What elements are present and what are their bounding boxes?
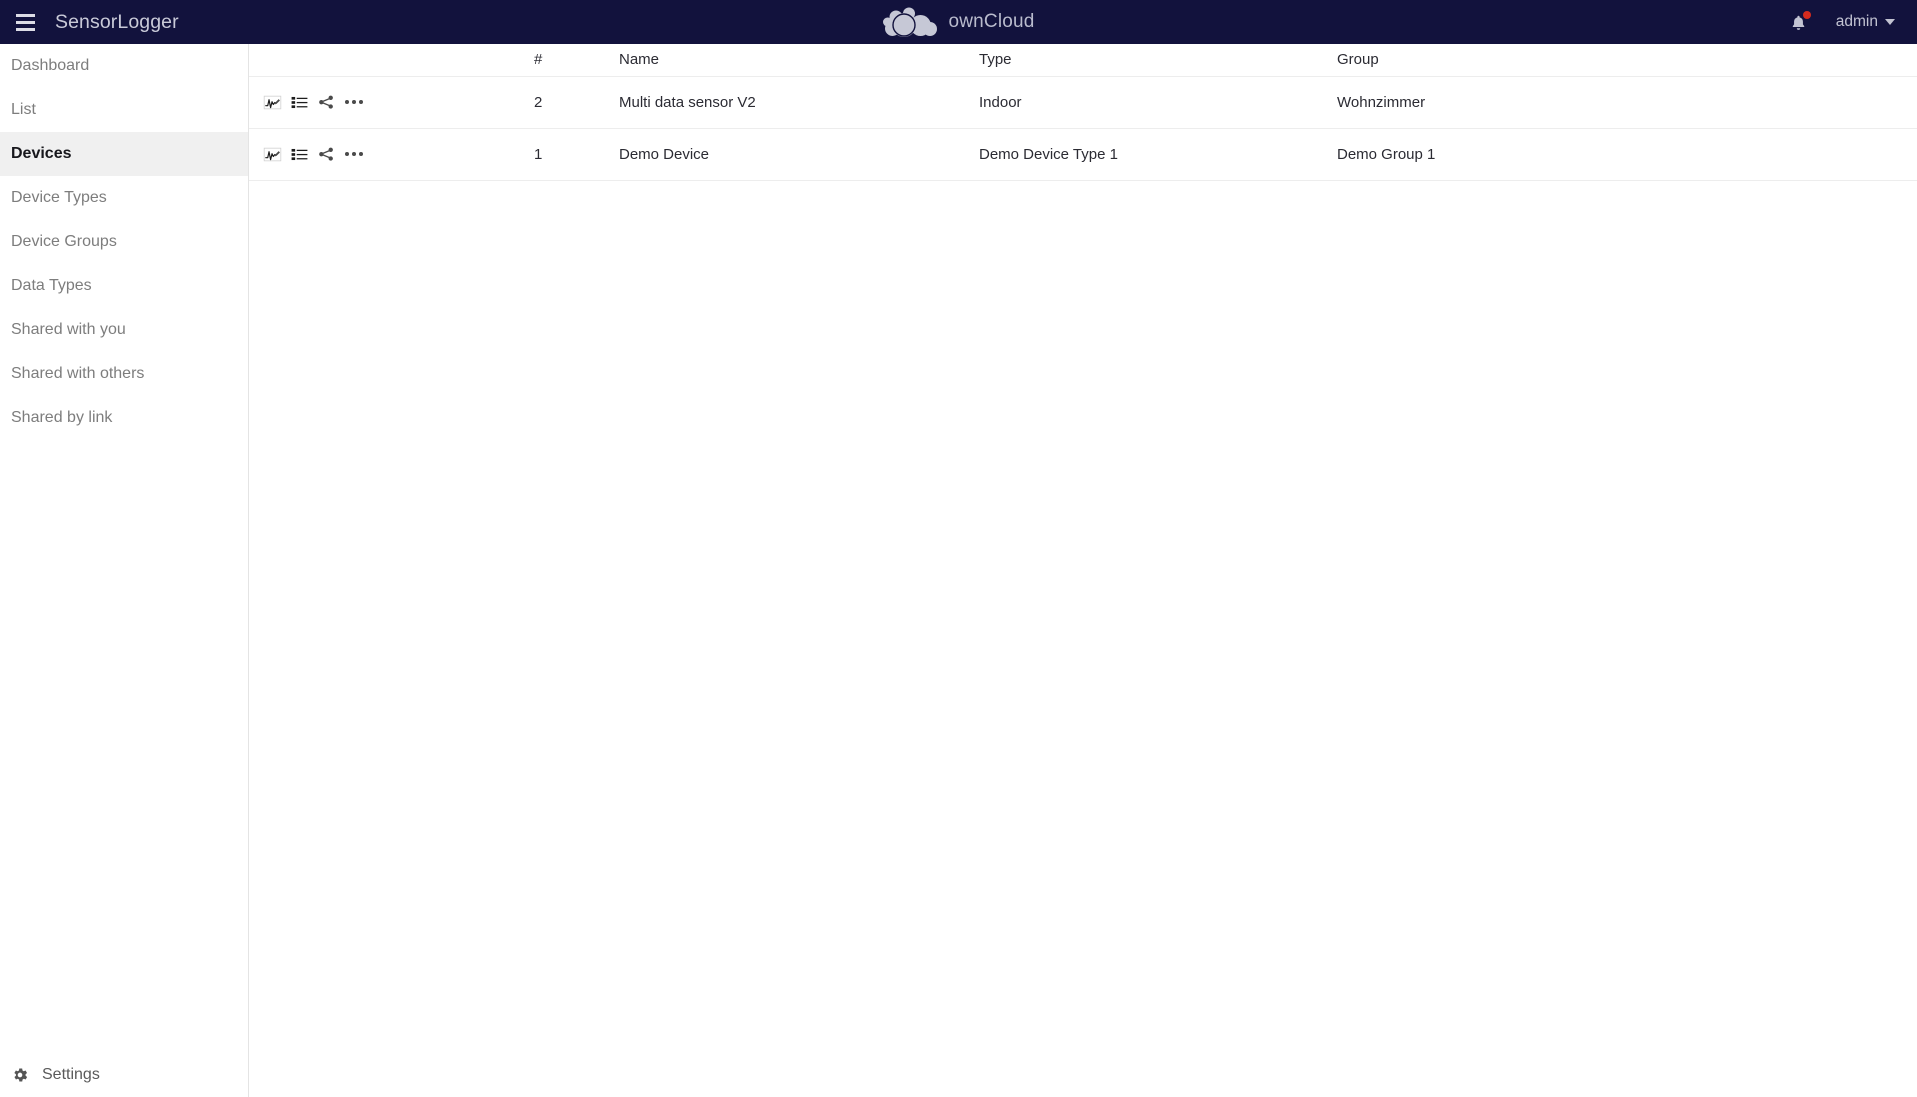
hamburger-bar	[15, 13, 35, 17]
sidebar-item-label: List	[11, 101, 36, 118]
topbar-left-group: SensorLogger	[0, 0, 179, 44]
topbar-right-group: admin	[1788, 0, 1917, 44]
sidebar-item-device-groups[interactable]: Device Groups	[0, 220, 248, 264]
chevron-down-icon	[1885, 19, 1895, 25]
hamburger-bar	[15, 27, 35, 31]
row-name-cell: Demo Device	[619, 145, 710, 163]
column-header-number[interactable]: #	[534, 44, 619, 76]
list-icon[interactable]	[290, 93, 309, 112]
row-number-cell: 1	[534, 145, 543, 163]
sidebar-item-data-types[interactable]: Data Types	[0, 264, 248, 308]
sidebar-item-label: Dashboard	[11, 57, 90, 74]
notification-badge-dot	[1802, 11, 1811, 19]
table-row[interactable]: 2 Multi data sensor V2 Indoor Wohnzimmer	[249, 76, 1917, 128]
sidebar-item-settings[interactable]: Settings	[0, 1053, 248, 1097]
dot	[352, 152, 356, 156]
sidebar-item-label: Shared with others	[11, 365, 145, 382]
sidebar-item-dashboard[interactable]: Dashboard	[0, 44, 248, 88]
user-name-label: admin	[1835, 13, 1878, 30]
sidebar-item-label: Shared with you	[11, 321, 126, 338]
app-brand-title[interactable]: SensorLogger	[55, 11, 179, 34]
dot	[359, 100, 363, 104]
gear-icon	[14, 1068, 28, 1082]
sidebar-item-shared-with-you[interactable]: Shared with you	[0, 308, 248, 352]
column-header-name[interactable]: Name	[619, 44, 979, 76]
sidebar-item-shared-with-others[interactable]: Shared with others	[0, 352, 248, 396]
dot	[345, 152, 349, 156]
sidebar-item-label: Devices	[11, 145, 72, 162]
sidebar-item-label: Device Groups	[11, 233, 117, 250]
sidebar-footer: Settings	[0, 1053, 248, 1097]
top-navigation-bar: SensorLogger ownCloud admin	[0, 0, 1917, 44]
more-options-icon[interactable]	[343, 100, 365, 104]
topbar-center-group: ownCloud	[0, 0, 1917, 44]
dot	[352, 100, 356, 104]
hamburger-bar	[15, 20, 35, 24]
dot	[359, 152, 363, 156]
sidebar-item-device-types[interactable]: Device Types	[0, 176, 248, 220]
chart-icon[interactable]	[263, 93, 282, 112]
row-type-cell: Indoor	[979, 93, 1022, 111]
row-group-cell: Wohnzimmer	[1337, 93, 1426, 111]
notifications-button[interactable]	[1788, 11, 1811, 33]
sidebar-item-shared-by-link[interactable]: Shared by link	[0, 396, 248, 440]
user-account-menu[interactable]: admin	[1836, 13, 1895, 31]
sidebar-settings-label: Settings	[42, 1066, 100, 1083]
share-icon[interactable]	[317, 145, 335, 163]
dot	[345, 100, 349, 104]
row-number-cell: 2	[534, 93, 543, 111]
hamburger-menu-icon[interactable]	[12, 9, 38, 35]
share-icon[interactable]	[317, 93, 335, 111]
table-header-row: # Name Type Group	[249, 44, 1917, 76]
chart-icon[interactable]	[263, 145, 282, 164]
sidebar-item-label: Data Types	[11, 277, 92, 294]
column-header-type[interactable]: Type	[979, 44, 1337, 76]
owncloud-cloud-logo	[883, 7, 938, 37]
row-type-cell: Demo Device Type 1	[979, 145, 1118, 163]
owncloud-logo-text: ownCloud	[948, 11, 1035, 32]
owncloud-logo-link[interactable]: ownCloud	[882, 6, 1034, 38]
list-icon[interactable]	[290, 145, 309, 164]
row-action-buttons	[249, 145, 534, 164]
row-group-cell: Demo Group 1	[1337, 145, 1436, 163]
devices-table-head: # Name Type Group	[249, 44, 1917, 76]
row-actions-cell	[249, 76, 534, 128]
row-action-buttons	[249, 93, 534, 112]
more-options-icon[interactable]	[343, 152, 365, 156]
sidebar-navigation: Dashboard List Devices Device Types Devi…	[0, 44, 249, 1097]
table-row[interactable]: 1 Demo Device Demo Device Type 1 Demo Gr…	[249, 128, 1917, 180]
column-header-group[interactable]: Group	[1337, 44, 1917, 76]
sidebar-item-label: Shared by link	[11, 409, 113, 426]
sidebar-item-devices[interactable]: Devices	[0, 132, 248, 176]
devices-table: # Name Type Group 2 Multi data sensor V2…	[249, 44, 1917, 181]
sidebar-item-label: Device Types	[11, 189, 107, 206]
devices-content-area: # Name Type Group 2 Multi data sensor V2…	[249, 44, 1917, 1097]
row-name-cell: Multi data sensor V2	[619, 93, 756, 111]
row-actions-cell	[249, 128, 534, 180]
sidebar-item-list[interactable]: List	[0, 88, 248, 132]
devices-table-body: 2 Multi data sensor V2 Indoor Wohnzimmer	[249, 76, 1917, 180]
column-header-actions	[249, 44, 534, 76]
